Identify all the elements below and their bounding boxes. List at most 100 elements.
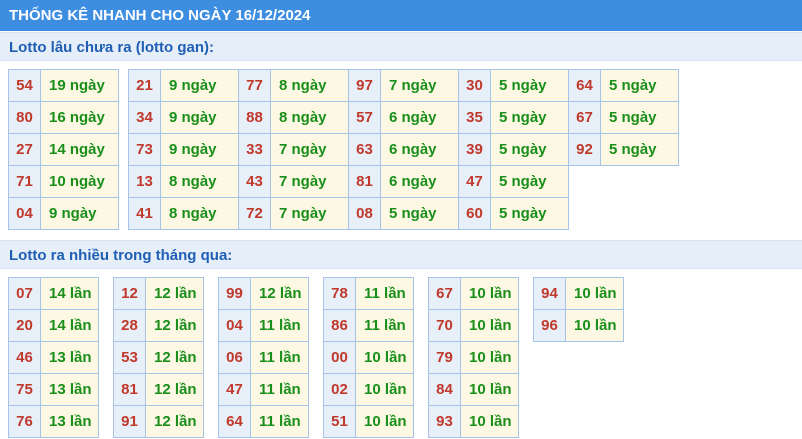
table-row: 00 10 lần — [323, 341, 414, 374]
lotto-count: 10 lần — [460, 405, 519, 438]
lotto-number: 02 — [323, 373, 356, 406]
stat-table: 78 11 lần 86 11 lần 00 10 lần 02 10 lần 51 10 lần — [323, 277, 414, 438]
lotto-number: 94 — [533, 277, 566, 310]
table-row: 39 5 ngày — [458, 133, 569, 166]
table-row: 94 10 lần — [533, 277, 624, 310]
stat-table: 77 8 ngày 88 8 ngày 33 7 ngày 43 7 ngày 72 7 ngày — [238, 69, 349, 230]
lotto-count: 5 ngày — [490, 165, 569, 198]
lotto-count: 5 ngày — [600, 101, 679, 134]
table-row: 93 10 lần — [428, 405, 519, 438]
stat-table: 30 5 ngày 35 5 ngày 39 5 ngày 47 5 ngày 60 5 ngày — [458, 69, 569, 230]
lotto-count: 5 ngày — [490, 101, 569, 134]
lotto-number: 77 — [238, 69, 271, 102]
lotto-count: 10 ngày — [40, 165, 119, 198]
lotto-count: 11 lần — [355, 277, 414, 310]
lotto-number: 51 — [323, 405, 356, 438]
lotto-number: 76 — [8, 405, 41, 438]
table-row: 77 8 ngày — [238, 69, 349, 102]
lotto-count: 9 ngày — [40, 197, 119, 230]
table-row: 67 5 ngày — [568, 101, 679, 134]
table-row: 20 14 lần — [8, 309, 99, 342]
lotto-number: 47 — [458, 165, 491, 198]
table-row: 84 10 lần — [428, 373, 519, 406]
lotto-count: 9 ngày — [160, 101, 239, 134]
lotto-number: 97 — [348, 69, 381, 102]
table-row: 76 13 lần — [8, 405, 99, 438]
lotto-count: 10 lần — [355, 405, 414, 438]
table-row: 47 11 lần — [218, 373, 309, 406]
table-row: 54 19 ngày — [8, 69, 119, 102]
lotto-count: 8 ngày — [270, 101, 349, 134]
page-header: THỐNG KÊ NHANH CHO NGÀY 16/12/2024 — [0, 0, 802, 31]
lotto-number: 80 — [8, 101, 41, 134]
stat-table: 67 10 lần 70 10 lần 79 10 lần 84 10 lần 93 10 lần — [428, 277, 519, 438]
table-row: 60 5 ngày — [458, 197, 569, 230]
stat-table: 54 19 ngày 80 16 ngày 27 14 ngày 71 10 ngày 04 9 … — [8, 69, 119, 230]
table-row: 64 11 lần — [218, 405, 309, 438]
table-row: 72 7 ngày — [238, 197, 349, 230]
lotto-count: 11 lần — [250, 341, 309, 374]
lotto-number: 86 — [323, 309, 356, 342]
table-row: 04 9 ngày — [8, 197, 119, 230]
lotto-count: 10 lần — [565, 309, 624, 342]
lotto-number: 04 — [8, 197, 41, 230]
lotto-count: 7 ngày — [270, 197, 349, 230]
lotto-count: 8 ngày — [160, 165, 239, 198]
lotto-number: 33 — [238, 133, 271, 166]
lotto-number: 21 — [128, 69, 161, 102]
table-row: 63 6 ngày — [348, 133, 459, 166]
table-row: 88 8 ngày — [238, 101, 349, 134]
lotto-count: 10 lần — [355, 341, 414, 374]
lotto-number: 34 — [128, 101, 161, 134]
lotto-number: 06 — [218, 341, 251, 374]
lotto-number: 41 — [128, 197, 161, 230]
lotto-number: 43 — [238, 165, 271, 198]
lotto-count: 10 lần — [460, 341, 519, 374]
table-row: 78 11 lần — [323, 277, 414, 310]
lotto-number: 54 — [8, 69, 41, 102]
lotto-count: 9 ngày — [160, 133, 239, 166]
lotto-number: 47 — [218, 373, 251, 406]
lotto-count: 13 lần — [40, 405, 99, 438]
table-row: 73 9 ngày — [128, 133, 239, 166]
lotto-number: 70 — [428, 309, 461, 342]
table-row: 86 11 lần — [323, 309, 414, 342]
lotto-number: 67 — [428, 277, 461, 310]
table-row: 13 8 ngày — [128, 165, 239, 198]
table-row: 81 12 lần — [113, 373, 204, 406]
lotto-number: 60 — [458, 197, 491, 230]
table-row: 70 10 lần — [428, 309, 519, 342]
lotto-number: 35 — [458, 101, 491, 134]
lotto-number: 04 — [218, 309, 251, 342]
lotto-number: 73 — [128, 133, 161, 166]
table-row: 21 9 ngày — [128, 69, 239, 102]
lotto-number: 13 — [128, 165, 161, 198]
table-row: 30 5 ngày — [458, 69, 569, 102]
lotto-count: 6 ngày — [380, 133, 459, 166]
lotto-count: 5 ngày — [380, 197, 459, 230]
lotto-number: 30 — [458, 69, 491, 102]
lotto-number: 12 — [113, 277, 146, 310]
lotto-number: 71 — [8, 165, 41, 198]
lotto-count: 10 lần — [460, 309, 519, 342]
lotto-number: 46 — [8, 341, 41, 374]
lotto-count: 7 ngày — [270, 133, 349, 166]
lotto-count: 13 lần — [40, 341, 99, 374]
table-row: 47 5 ngày — [458, 165, 569, 198]
table-row: 51 10 lần — [323, 405, 414, 438]
table-row: 35 5 ngày — [458, 101, 569, 134]
table-row: 34 9 ngày — [128, 101, 239, 134]
lotto-count: 12 lần — [145, 341, 204, 374]
lotto-number: 08 — [348, 197, 381, 230]
table-row: 46 13 lần — [8, 341, 99, 374]
table-row: 71 10 ngày — [8, 165, 119, 198]
lotto-count: 8 ngày — [270, 69, 349, 102]
lotto-count: 10 lần — [460, 277, 519, 310]
lotto-count: 10 lần — [355, 373, 414, 406]
table-row: 08 5 ngày — [348, 197, 459, 230]
lotto-number: 00 — [323, 341, 356, 374]
lotto-count: 14 lần — [40, 277, 99, 310]
table-row: 64 5 ngày — [568, 69, 679, 102]
lotto-count: 14 lần — [40, 309, 99, 342]
table-row: 04 11 lần — [218, 309, 309, 342]
